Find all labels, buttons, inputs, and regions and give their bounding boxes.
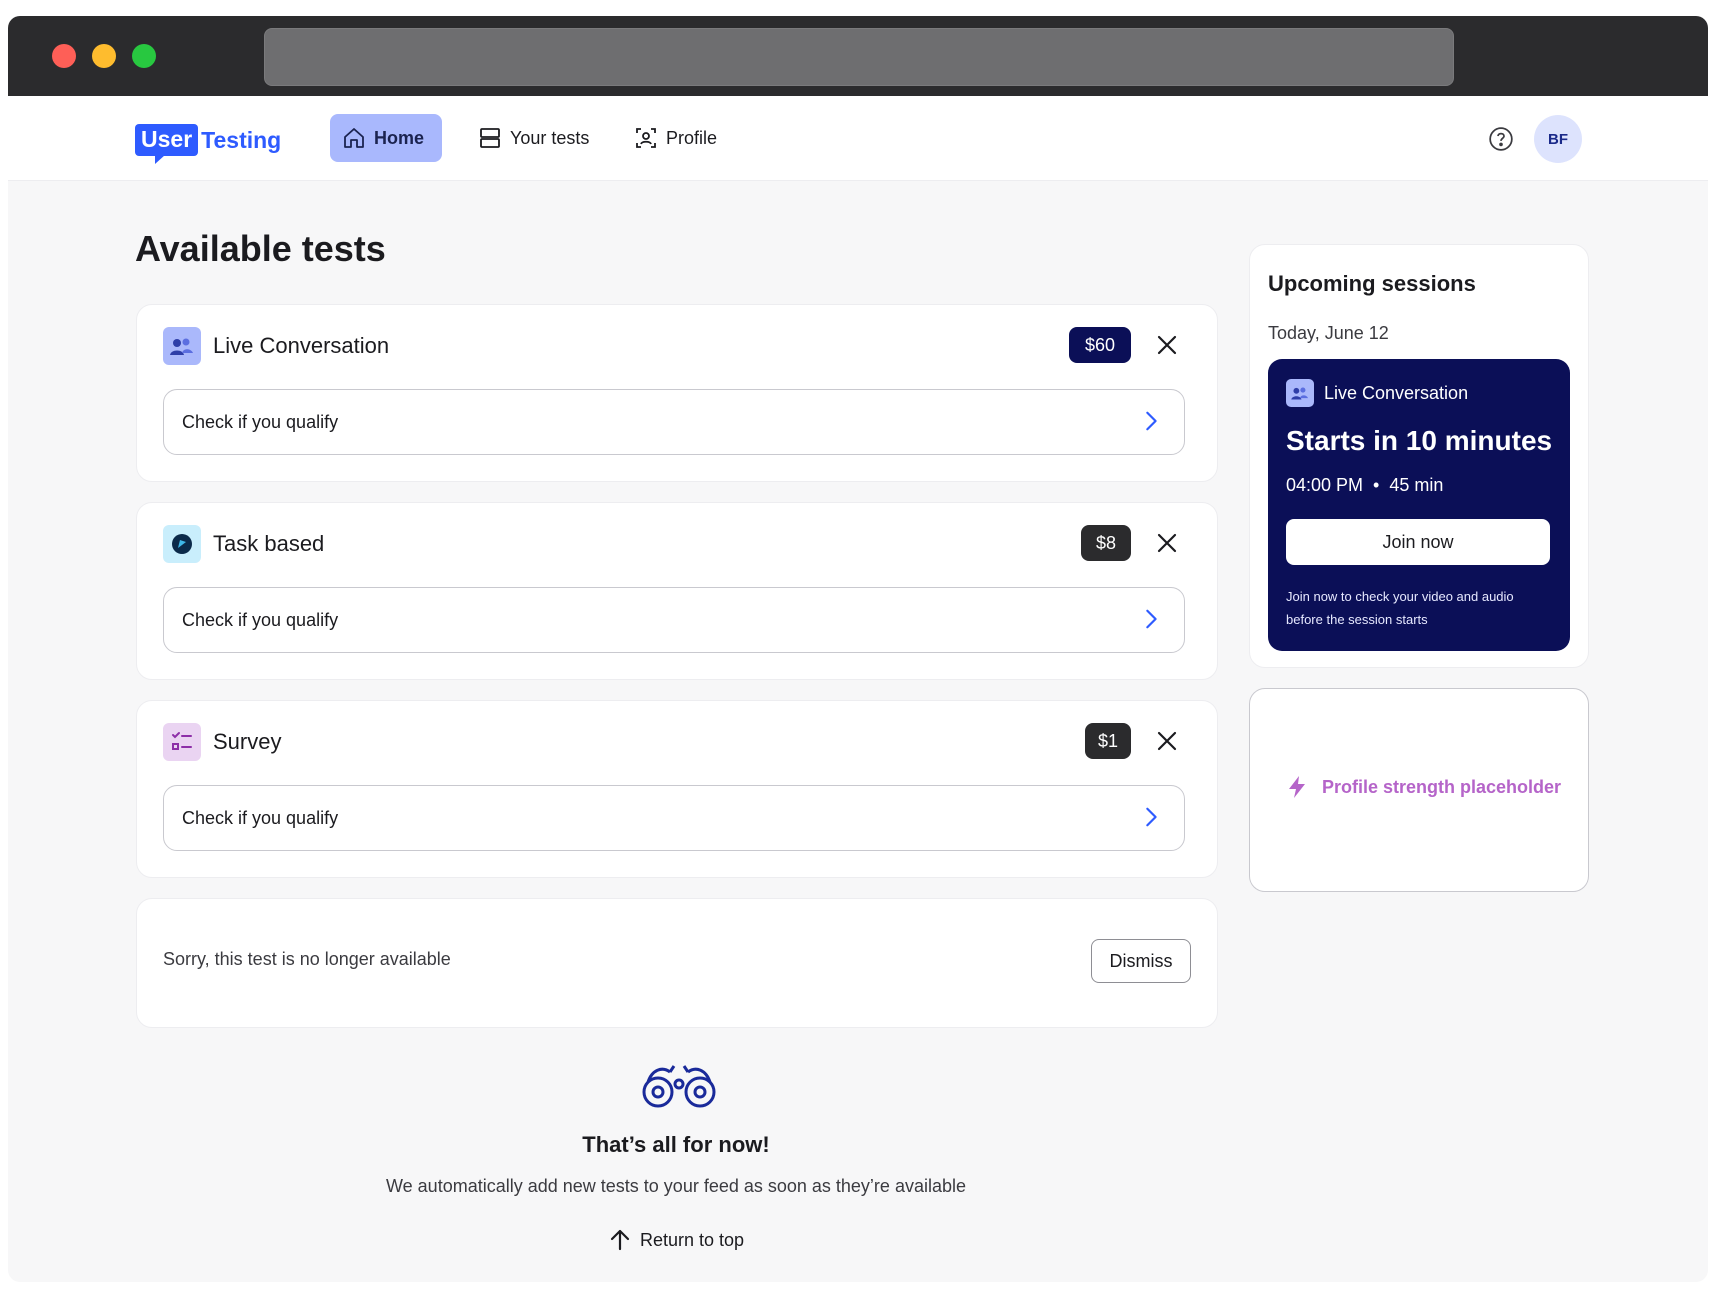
check-qualify-button[interactable]: Check if you qualify bbox=[163, 785, 1185, 851]
lightning-icon bbox=[1289, 776, 1305, 798]
session-start-countdown: Starts in 10 minutes bbox=[1286, 425, 1553, 456]
join-now-button[interactable]: Join now bbox=[1286, 519, 1550, 565]
nav-your-tests[interactable]: Your tests bbox=[466, 114, 601, 162]
unavailable-message: Sorry, this test is no longer available bbox=[163, 949, 451, 969]
session-separator: • bbox=[1373, 475, 1380, 495]
session-date: Today, June 12 bbox=[1268, 323, 1389, 343]
user-avatar[interactable]: BF bbox=[1534, 115, 1582, 163]
nav-profile-label: Profile bbox=[666, 127, 718, 148]
browser-window: User Testing Home Your tests Profile BF … bbox=[8, 16, 1708, 1282]
test-type-title: Survey bbox=[213, 729, 282, 754]
check-qualify-label: Check if you qualify bbox=[182, 609, 339, 630]
check-qualify-label: Check if you qualify bbox=[182, 807, 339, 828]
test-card-live-conversation: Live Conversation $60 Check if you quali… bbox=[136, 304, 1218, 482]
check-qualify-button[interactable]: Check if you qualify bbox=[163, 389, 1185, 455]
dismiss-button[interactable]: Dismiss bbox=[1091, 939, 1191, 983]
nav-profile[interactable]: Profile bbox=[622, 114, 729, 162]
profile-strength-card: Profile strength placeholder bbox=[1249, 688, 1589, 892]
empty-state-subtitle: We automatically add new tests to your f… bbox=[386, 1176, 966, 1196]
page-title: Available tests bbox=[135, 228, 386, 269]
chevron-right-icon bbox=[1146, 411, 1157, 431]
help-icon[interactable] bbox=[1488, 126, 1514, 152]
check-qualify-label: Check if you qualify bbox=[182, 411, 339, 432]
logo-testing-text: Testing bbox=[201, 127, 282, 153]
arrow-up-icon bbox=[610, 1229, 630, 1251]
chevron-right-icon bbox=[1146, 609, 1157, 629]
test-card-task-based: Task based $8 Check if you qualify bbox=[136, 502, 1218, 680]
session-time: 04:00 PM bbox=[1286, 475, 1364, 495]
session-duration: 45 min bbox=[1389, 475, 1444, 495]
session-type: Live Conversation bbox=[1324, 382, 1469, 403]
nav-your-tests-label: Your tests bbox=[510, 127, 590, 148]
usertesting-logo[interactable]: User Testing bbox=[135, 120, 282, 164]
binoculars-icon bbox=[642, 1065, 716, 1108]
address-bar[interactable] bbox=[264, 28, 1454, 86]
survey-icon bbox=[163, 723, 201, 761]
test-card-survey: Survey $1 Check if you qualify bbox=[136, 700, 1218, 878]
tests-icon bbox=[480, 128, 500, 148]
test-card-header: Task based bbox=[163, 525, 324, 563]
minimize-window-button[interactable] bbox=[92, 44, 116, 68]
close-icon[interactable] bbox=[1155, 531, 1179, 555]
profile-strength-label: Profile strength placeholder bbox=[1322, 776, 1562, 797]
title-bar bbox=[8, 16, 1708, 96]
nav-home-label: Home bbox=[374, 127, 425, 148]
session-note: Join now to check your video and audio b… bbox=[1286, 589, 1514, 627]
session-header: Live Conversation bbox=[1286, 379, 1468, 407]
close-window-button[interactable] bbox=[52, 44, 76, 68]
test-card-header: Live Conversation bbox=[163, 327, 389, 365]
return-to-top-link[interactable]: Return to top bbox=[608, 1228, 744, 1252]
test-type-title: Live Conversation bbox=[213, 333, 390, 358]
upcoming-sessions-title: Upcoming sessions bbox=[1268, 271, 1476, 296]
price-badge: $8 bbox=[1081, 525, 1131, 561]
chevron-right-icon bbox=[1146, 807, 1157, 827]
live-conversation-icon bbox=[163, 327, 201, 365]
close-icon[interactable] bbox=[1155, 333, 1179, 357]
session-card: Live Conversation Starts in 10 minutes 0… bbox=[1268, 359, 1570, 651]
empty-state-title: That’s all for now! bbox=[582, 1132, 770, 1157]
test-type-title: Task based bbox=[213, 531, 325, 556]
upcoming-sessions-card: Upcoming sessions Today, June 12 Live Co… bbox=[1249, 244, 1589, 668]
session-time-row: 04:00 PM • 45 min bbox=[1286, 475, 1443, 496]
logo-user-text: User bbox=[135, 124, 199, 164]
top-navigation: User Testing Home Your tests Profile BF bbox=[8, 96, 1708, 181]
profile-strength-row: Profile strength placeholder bbox=[1286, 775, 1561, 799]
nav-home[interactable]: Home bbox=[330, 114, 442, 162]
close-icon[interactable] bbox=[1155, 729, 1179, 753]
return-to-top-label: Return to top bbox=[640, 1229, 745, 1250]
live-conversation-icon bbox=[1286, 379, 1314, 407]
price-badge: $1 bbox=[1085, 723, 1131, 759]
maximize-window-button[interactable] bbox=[132, 44, 156, 68]
check-qualify-button[interactable]: Check if you qualify bbox=[163, 587, 1185, 653]
task-based-icon bbox=[163, 525, 201, 563]
price-badge: $60 bbox=[1069, 327, 1131, 363]
home-icon bbox=[344, 128, 364, 148]
unavailable-test-card: Sorry, this test is no longer available … bbox=[136, 898, 1218, 1028]
profile-icon bbox=[636, 128, 656, 148]
test-card-header: Survey bbox=[163, 723, 281, 761]
